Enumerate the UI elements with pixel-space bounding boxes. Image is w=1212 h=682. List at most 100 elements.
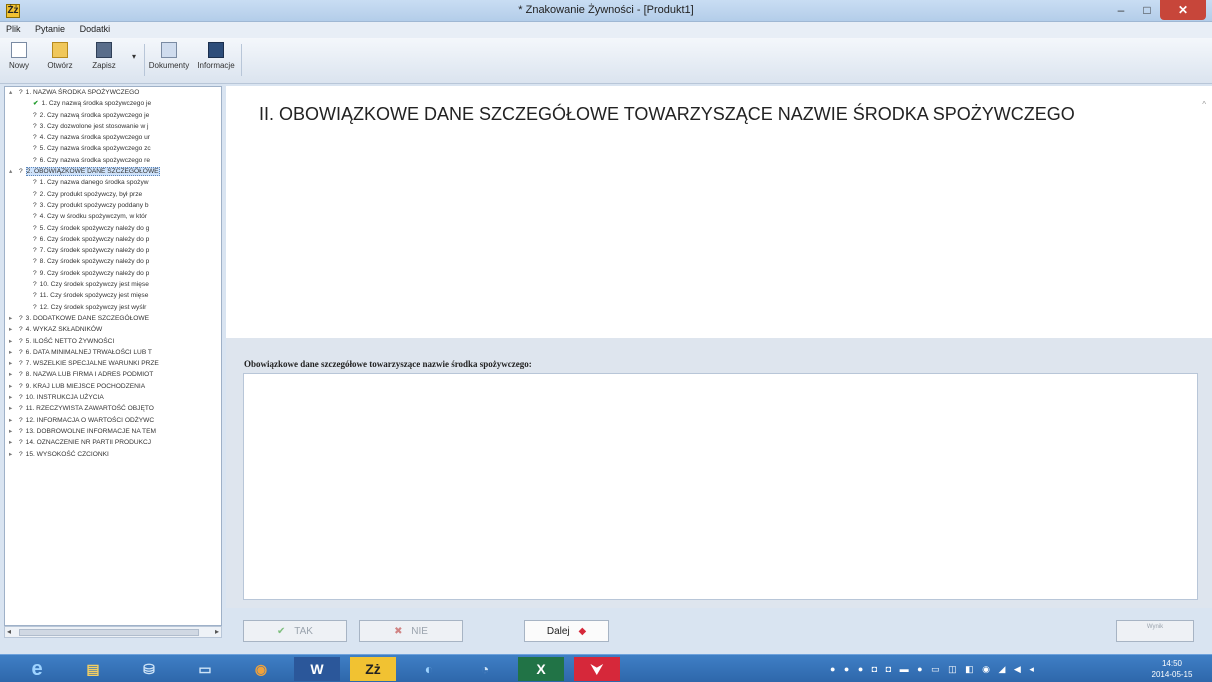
scroll-up-icon[interactable]: ^ (1202, 100, 1206, 109)
clock[interactable]: 14:50 2014-05-15 (1140, 658, 1204, 680)
tree-section[interactable]: ▸? 8. NAZWA LUB FIRMA I ADRES PODMIOT (5, 369, 221, 380)
expand-collapse-icon[interactable]: ▸ (9, 437, 19, 448)
new-button[interactable]: Nowy (4, 42, 34, 80)
menu-pytanie[interactable]: Pytanie (29, 22, 71, 34)
word-icon[interactable]: W (294, 657, 340, 681)
tree-question[interactable]: ? 4. Czy w środku spożywczym, w któr (5, 211, 221, 222)
tree-section[interactable]: ▸? 6. DATA MINIMALNEJ TRWAŁOŚCI LUB T (5, 347, 221, 358)
tree-section[interactable]: ▸? 9. KRAJ LUB MIEJSCE POCHODZENIA (5, 381, 221, 392)
tree-item-label: 4. Czy nazwa środka spożywczego ur (39, 134, 150, 142)
control-panel-icon[interactable]: ⛁ (126, 657, 172, 681)
next-button[interactable]: Dalej ◆ (524, 620, 609, 642)
tree-question[interactable]: ? 4. Czy nazwa środka spożywczego ur (5, 132, 221, 143)
tree-question[interactable]: ? 7. Czy środek spożywczy należy do p (5, 245, 221, 256)
znakowanie-app-icon[interactable]: Zż (350, 657, 396, 681)
network-icon[interactable]: ◐ (406, 657, 452, 681)
save-button[interactable]: Zapisz (84, 42, 124, 80)
tree-question[interactable]: ? 6. Czy środek spożywczy należy do p (5, 234, 221, 245)
tree-horizontal-scrollbar[interactable]: ◂ ▸ (4, 626, 222, 638)
scroll-right-icon[interactable]: ▸ (215, 627, 219, 636)
tree-section[interactable]: ▸? 3. DODATKOWE DANE SZCZEGÓŁOWE (5, 313, 221, 324)
documents-icon (161, 42, 177, 58)
question-mark-icon: ? (19, 394, 23, 402)
tree-question[interactable]: ? 3. Czy produkt spożywczy poddany b (5, 200, 221, 211)
tree-section[interactable]: ▸? 15. WYSOKOŚĆ CZCIONKI (5, 449, 221, 460)
tree-question[interactable]: ? 8. Czy środek spożywczy należy do p (5, 256, 221, 267)
expand-collapse-icon[interactable]: ▸ (9, 336, 19, 347)
tree-section[interactable]: ▸? 13. DOBROWOLNE INFORMACJE NA TEM (5, 426, 221, 437)
tree-section[interactable]: ▴? 1. NAZWA ŚRODKA SPOŻYWCZEGO (5, 87, 221, 98)
system-tray[interactable]: ● ● ● ◘ ◘ ▬ ● ▭ ◫ ◧ ◉ ◢ ◀ ◂ (830, 659, 1130, 679)
tree-question[interactable]: ? 9. Czy środek spożywczy należy do p (5, 268, 221, 279)
tree-section[interactable]: ▸? 11. RZECZYWISTA ZAWARTOŚĆ OBJĘTO (5, 403, 221, 414)
question-content: II. OBOWIĄZKOWE DANE SZCZEGÓŁOWE TOWARZY… (226, 86, 1212, 338)
scrollbar-thumb[interactable] (19, 629, 199, 636)
question-mark-icon: ? (19, 427, 23, 435)
tree-question[interactable]: ? 11. Czy środek spożywczy jest mięse (5, 290, 221, 301)
tree-question[interactable]: ✔ 1. Czy nazwą środka spożywczego je (5, 98, 221, 109)
expand-collapse-icon[interactable]: ▸ (9, 403, 19, 414)
question-mark-icon: ? (19, 326, 23, 334)
open-button[interactable]: Otwórz (40, 42, 80, 80)
tree-item-label: 5. Czy nazwa środka spożywczego zc (39, 145, 151, 153)
expand-collapse-icon[interactable]: ▸ (9, 449, 19, 460)
remote-desktop-icon[interactable]: ▭ (182, 657, 228, 681)
tree-section[interactable]: ▸? 4. WYKAZ SKŁADNIKÓW (5, 324, 221, 335)
no-button[interactable]: ✖ NIE (359, 620, 463, 642)
expand-collapse-icon[interactable]: ▸ (9, 358, 19, 369)
tree-question[interactable]: ? 2. Czy nazwą środka spożywczego je (5, 110, 221, 121)
yes-button[interactable]: ✔ TAK (243, 620, 347, 642)
minimize-button[interactable]: – (1108, 0, 1134, 20)
expand-collapse-icon[interactable]: ▸ (9, 426, 19, 437)
description-textbox[interactable] (243, 373, 1198, 600)
tree-question[interactable]: ? 12. Czy środek spożywczy jest wyślr (5, 302, 221, 313)
documents-button[interactable]: Dokumenty (147, 42, 191, 80)
question-mark-icon: ? (19, 439, 23, 447)
scroll-left-icon[interactable]: ◂ (7, 627, 11, 636)
tree-section[interactable]: ▸? 5. ILOŚĆ NETTO ŻYWNOŚCI (5, 336, 221, 347)
tree-item-label: 6. Czy nazwa środka spożywczego re (39, 156, 150, 164)
result-button[interactable]: Wynik (1116, 620, 1194, 642)
tree-question[interactable]: ? 2. Czy produkt spożywczy, był prze (5, 189, 221, 200)
tree-item-label: 3. Czy produkt spożywczy poddany b (39, 201, 149, 209)
tree-question[interactable]: ? 6. Czy nazwa środka spożywczego re (5, 155, 221, 166)
tree-question[interactable]: ? 3. Czy dozwolone jest stosowanie w j (5, 121, 221, 132)
close-button[interactable]: ✕ (1160, 0, 1206, 20)
internet-explorer-icon[interactable]: e (14, 657, 60, 681)
tree-section[interactable]: ▸? 7. WSZELKIE SPECJALNE WARUNKI PRZE (5, 358, 221, 369)
expand-collapse-icon[interactable]: ▸ (9, 415, 19, 426)
question-mark-icon: ? (19, 360, 23, 368)
expand-collapse-icon[interactable]: ▸ (9, 381, 19, 392)
clock-date: 2014-05-15 (1151, 670, 1193, 679)
question-mark-icon: ? (33, 134, 37, 142)
tree-section[interactable]: ▸? 12. INFORMACJA O WARTOŚCI ODŻYWC (5, 415, 221, 426)
maximize-button[interactable]: □ (1134, 0, 1160, 20)
tree-question[interactable]: ? 1. Czy nazwa danego środka spożyw (5, 177, 221, 188)
tree-section[interactable]: ▸? 14. OZNACZENIE NR PARTII PRODUKCJ (5, 437, 221, 448)
save-dropdown-icon[interactable]: ▾ (132, 52, 136, 61)
tree-section[interactable]: ▴? 2. OBOWIĄZKOWE DANE SZCZEGÓŁOWE (5, 166, 221, 177)
tool-icon[interactable]: ◔ (462, 657, 508, 681)
excel-icon[interactable]: X (518, 657, 564, 681)
menu-dodatki[interactable]: Dodatki (74, 22, 117, 34)
expand-collapse-icon[interactable]: ▴ (9, 87, 19, 98)
expand-collapse-icon[interactable]: ▸ (9, 392, 19, 403)
menu-plik[interactable]: Plik (0, 22, 27, 34)
chrome-icon[interactable]: ◉ (238, 657, 284, 681)
tree-question[interactable]: ? 5. Czy środek spożywczy należy do g (5, 223, 221, 234)
tree-question[interactable]: ? 10. Czy środek spożywczy jest mięse (5, 279, 221, 290)
tree-question[interactable]: ? 5. Czy nazwa środka spożywczego zc (5, 143, 221, 154)
information-button[interactable]: Informacje (194, 42, 238, 80)
expand-collapse-icon[interactable]: ▸ (9, 369, 19, 380)
question-tree[interactable]: ▴? 1. NAZWA ŚRODKA SPOŻYWCZEGO ✔ 1. Czy naz… (4, 86, 222, 626)
tree-section[interactable]: ▸? 10. INSTRUKCJA UŻYCIA (5, 392, 221, 403)
expand-collapse-icon[interactable]: ▸ (9, 313, 19, 324)
toolbar-separator (241, 44, 242, 76)
acrobat-icon[interactable]: ⮟ (574, 657, 620, 681)
expand-collapse-icon[interactable]: ▴ (9, 166, 19, 177)
expand-collapse-icon[interactable]: ▸ (9, 347, 19, 358)
file-explorer-icon[interactable]: ▤ (70, 657, 116, 681)
tree-item-label: 14. OZNACZENIE NR PARTII PRODUKCJ (25, 439, 152, 447)
tree-item-label: 4. WYKAZ SKŁADNIKÓW (25, 326, 103, 334)
expand-collapse-icon[interactable]: ▸ (9, 324, 19, 335)
